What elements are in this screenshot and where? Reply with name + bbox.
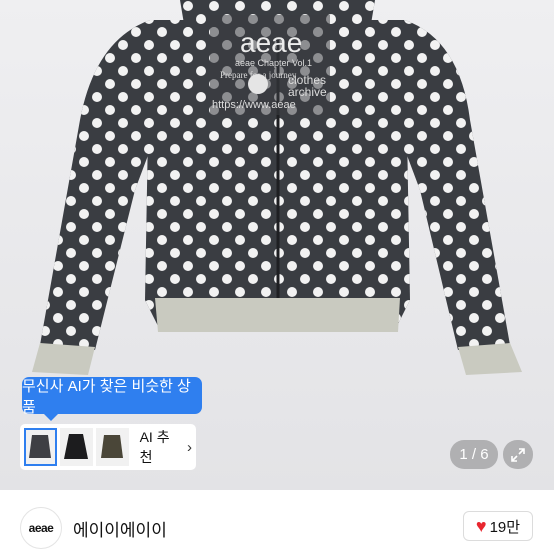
hoodie-product-image: aeae aeae Chapter Vol.1 Prepare for a jo…	[32, 0, 522, 375]
hoodie-thumbnail-icon	[101, 435, 124, 458]
print-line: https://www.aeae	[212, 99, 296, 111]
like-count: 19만	[489, 518, 521, 536]
image-counter-text: 1 / 6	[459, 446, 489, 463]
print-logo: aeae	[240, 27, 302, 58]
ai-tooltip-text: 무신사 AI가 찾은 비슷한 상품	[22, 377, 191, 416]
print-line: aeae Chapter Vol.1	[235, 58, 312, 68]
similar-product-thumbnail[interactable]	[95, 428, 129, 466]
brand-logo[interactable]: aeae	[20, 507, 62, 549]
heart-icon: ♥	[475, 516, 487, 536]
similar-product-thumbnail[interactable]	[24, 428, 57, 466]
hoodie-thumbnail-icon	[64, 434, 89, 459]
ai-recommend-button[interactable]: AI 추천 ›	[20, 424, 196, 470]
expand-icon	[511, 447, 525, 462]
like-button[interactable]: ♥ 19만	[463, 511, 533, 541]
product-image-carousel[interactable]: aeae aeae Chapter Vol.1 Prepare for a jo…	[0, 0, 554, 490]
ai-recommend-label: AI 추천	[139, 429, 170, 465]
similar-product-thumbnail[interactable]	[59, 428, 93, 466]
ai-similar-products-tooltip[interactable]: 무신사 AI가 찾은 비슷한 상품	[22, 377, 202, 421]
brand-logo-text: aeae	[28, 521, 54, 535]
expand-image-button[interactable]	[503, 440, 533, 469]
image-page-counter: 1 / 6	[450, 440, 498, 469]
hoodie-thumbnail-icon	[29, 435, 52, 458]
chevron-right-icon: ›	[186, 438, 192, 456]
brand-name[interactable]: 에이이에이이	[73, 516, 167, 541]
print-line: archive	[288, 85, 327, 99]
